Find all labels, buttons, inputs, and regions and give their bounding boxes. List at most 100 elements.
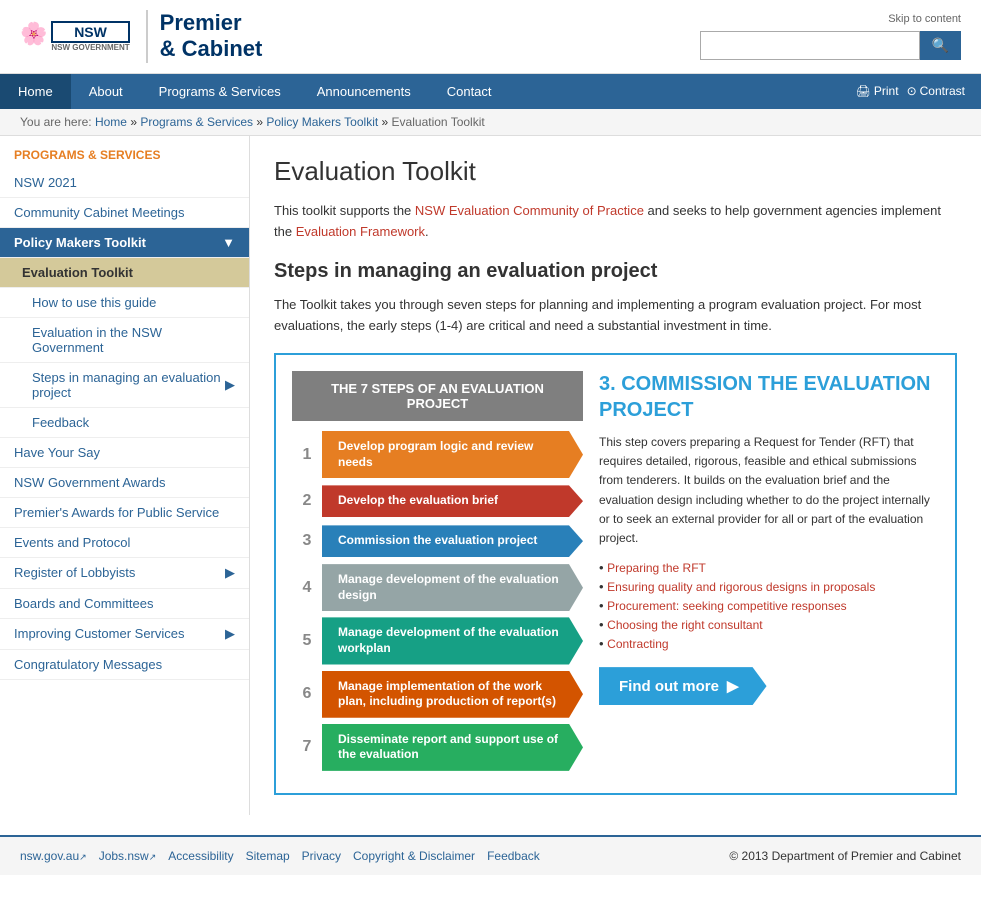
skip-to-content-link[interactable]: Skip to content: [888, 13, 961, 25]
header: 🌸 NSW NSW GOVERNMENT Premier & Cabinet S…: [0, 0, 981, 74]
commission-title: 3. COMMISSION THE EVALUATION PROJECT: [599, 371, 939, 423]
consultant-link[interactable]: Choosing the right consultant: [607, 618, 762, 632]
commission-desc: This step covers preparing a Request for…: [599, 433, 939, 548]
step-4-item[interactable]: 4 Manage development of the evaluation d…: [292, 564, 583, 611]
sidebar-item-evaluation-toolkit[interactable]: Evaluation Toolkit: [0, 258, 249, 288]
sidebar-item-how-to-use[interactable]: How to use this guide: [0, 288, 249, 318]
nav-about[interactable]: About: [71, 74, 141, 109]
sidebar-item-nsw2021[interactable]: NSW 2021: [0, 168, 249, 198]
sidebar-item-boards[interactable]: Boards and Committees: [0, 589, 249, 619]
steps-right: 3. COMMISSION THE EVALUATION PROJECT Thi…: [599, 371, 939, 777]
step-4-label: Manage development of the evaluation des…: [322, 564, 583, 611]
intro-text: This toolkit supports the NSW Evaluation…: [274, 201, 957, 243]
step-3-item[interactable]: 3 Commission the evaluation project: [292, 524, 583, 558]
procurement-link[interactable]: Procurement: seeking competitive respons…: [607, 599, 846, 613]
step-2-item[interactable]: 2 Develop the evaluation brief: [292, 484, 583, 518]
step-7-label: Disseminate report and support use of th…: [322, 724, 583, 771]
sidebar-item-congratulatory[interactable]: Congratulatory Messages: [0, 650, 249, 680]
steps-left: THE 7 STEPS OF AN EVALUATION PROJECT 1 D…: [292, 371, 583, 777]
commission-link-3: Procurement: seeking competitive respons…: [599, 598, 939, 613]
find-out-more-button[interactable]: Find out more ▶: [599, 667, 767, 705]
logo-area: 🌸 NSW NSW GOVERNMENT Premier & Cabinet: [20, 10, 262, 63]
steps-heading: Steps in managing an evaluation project: [274, 260, 957, 283]
nav-items: Home About Programs & Services Announcem…: [0, 74, 510, 109]
footer-jobs[interactable]: Jobs.nsw: [99, 849, 157, 863]
rft-link[interactable]: Preparing the RFT: [607, 561, 706, 575]
step-3-label: Commission the evaluation project: [322, 525, 583, 557]
contracting-link[interactable]: Contracting: [607, 637, 668, 651]
nav-utilities: 🖨 Print ⊙ Contrast: [856, 84, 981, 98]
step-5-item[interactable]: 5 Manage development of the evaluation w…: [292, 617, 583, 664]
sidebar-item-policy-makers[interactable]: Policy Makers Toolkit ▼: [0, 228, 249, 258]
step-5-label: Manage development of the evaluation wor…: [322, 617, 583, 664]
sidebar-section-title: PROGRAMS & SERVICES: [0, 136, 249, 168]
step-1-item[interactable]: 1 Develop program logic and review needs: [292, 431, 583, 478]
breadcrumb-prefix: You are here:: [20, 115, 92, 129]
breadcrumb: You are here: Home » Programs & Services…: [0, 109, 981, 136]
sidebar-item-evaluation-nsw[interactable]: Evaluation in the NSW Government: [0, 318, 249, 363]
eval-framework-link[interactable]: Evaluation Framework: [296, 224, 425, 239]
nav-announcements[interactable]: Announcements: [299, 74, 429, 109]
steps-header: THE 7 STEPS OF AN EVALUATION PROJECT: [292, 371, 583, 421]
main-nav: Home About Programs & Services Announcem…: [0, 74, 981, 109]
commission-link-4: Choosing the right consultant: [599, 617, 939, 632]
sidebar-item-premiers-awards[interactable]: Premier's Awards for Public Service: [0, 498, 249, 528]
footer-privacy[interactable]: Privacy: [302, 849, 341, 863]
step-3-num: 3: [292, 524, 322, 558]
search-button[interactable]: 🔍: [920, 31, 961, 60]
step-7-num: 7: [292, 730, 322, 764]
sidebar: PROGRAMS & SERVICES NSW 2021 Community C…: [0, 136, 250, 815]
sidebar-item-improving[interactable]: Improving Customer Services ▶: [0, 619, 249, 650]
main-content: Evaluation Toolkit This toolkit supports…: [250, 136, 981, 815]
page-title: Evaluation Toolkit: [274, 156, 957, 187]
footer-feedback[interactable]: Feedback: [487, 849, 540, 863]
footer-nsw-gov[interactable]: nsw.gov.au: [20, 849, 87, 863]
commission-link-1: Preparing the RFT: [599, 560, 939, 575]
nav-contact[interactable]: Contact: [429, 74, 510, 109]
find-out-arrow-icon: ▶: [727, 677, 739, 695]
contrast-link[interactable]: ⊙ Contrast: [907, 84, 965, 98]
search-input[interactable]: [700, 31, 920, 60]
breadcrumb-home[interactable]: Home: [95, 115, 127, 129]
step-6-item[interactable]: 6 Manage implementation of the work plan…: [292, 671, 583, 718]
breadcrumb-current: Evaluation Toolkit: [392, 115, 485, 129]
step-2-num: 2: [292, 484, 322, 518]
sidebar-item-community[interactable]: Community Cabinet Meetings: [0, 198, 249, 228]
step-6-label: Manage implementation of the work plan, …: [322, 671, 583, 718]
commission-link-5: Contracting: [599, 636, 939, 651]
sidebar-item-have-your-say[interactable]: Have Your Say: [0, 438, 249, 468]
footer-sitemap[interactable]: Sitemap: [246, 849, 290, 863]
sidebar-item-steps[interactable]: Steps in managing an evaluation project …: [0, 363, 249, 408]
breadcrumb-programs[interactable]: Programs & Services: [140, 115, 253, 129]
sidebar-item-feedback[interactable]: Feedback: [0, 408, 249, 438]
footer: nsw.gov.au Jobs.nsw Accessibility Sitema…: [0, 835, 981, 875]
govt-text: NSW GOVERNMENT: [51, 43, 129, 52]
footer-links: nsw.gov.au Jobs.nsw Accessibility Sitema…: [20, 849, 540, 863]
step-1-num: 1: [292, 438, 322, 472]
step-2-label: Develop the evaluation brief: [322, 485, 583, 517]
quality-link[interactable]: Ensuring quality and rigorous designs in…: [607, 580, 875, 594]
nsw-text: NSW: [51, 21, 129, 43]
search-area: 🔍: [700, 31, 961, 60]
sidebar-item-events[interactable]: Events and Protocol: [0, 528, 249, 558]
commission-links: Preparing the RFT Ensuring quality and r…: [599, 560, 939, 651]
nav-home[interactable]: Home: [0, 74, 71, 109]
step-7-item[interactable]: 7 Disseminate report and support use of …: [292, 724, 583, 771]
flower-icon: 🌸: [20, 21, 47, 47]
step-4-num: 4: [292, 571, 322, 605]
nav-programs[interactable]: Programs & Services: [141, 74, 299, 109]
content-area: PROGRAMS & SERVICES NSW 2021 Community C…: [0, 136, 981, 815]
breadcrumb-toolkit[interactable]: Policy Makers Toolkit: [266, 115, 378, 129]
find-out-more-label: Find out more: [619, 678, 719, 695]
print-link[interactable]: 🖨 Print: [856, 84, 899, 98]
footer-copyright: © 2013 Department of Premier and Cabinet: [729, 849, 961, 863]
sidebar-item-lobbyists[interactable]: Register of Lobbyists ▶: [0, 558, 249, 589]
nsw-eval-link[interactable]: NSW Evaluation Community of Practice: [415, 203, 644, 218]
cabinet-logo: Premier & Cabinet: [146, 10, 263, 63]
step-5-num: 5: [292, 624, 322, 658]
footer-accessibility[interactable]: Accessibility: [168, 849, 233, 863]
nsw-logo: 🌸 NSW NSW GOVERNMENT: [20, 21, 130, 52]
sidebar-item-nsw-awards[interactable]: NSW Government Awards: [0, 468, 249, 498]
steps-container: THE 7 STEPS OF AN EVALUATION PROJECT 1 D…: [274, 353, 957, 795]
footer-copyright-link[interactable]: Copyright & Disclaimer: [353, 849, 475, 863]
